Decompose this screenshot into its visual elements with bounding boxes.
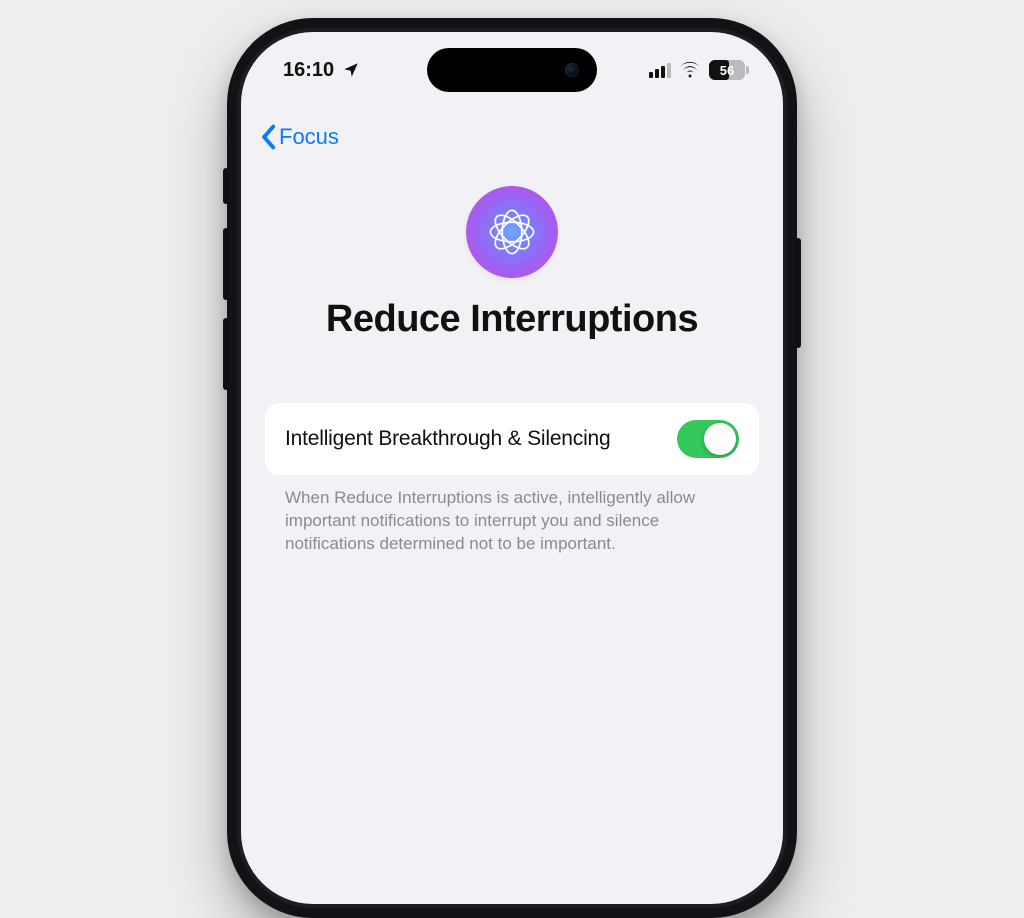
cellular-signal-icon [649,62,671,78]
page-content: Reduce Interruptions Intelligent Breakth… [241,160,783,556]
status-bar: 16:10 [241,32,783,102]
intelligence-icon [466,186,558,278]
wifi-icon [679,62,701,78]
battery-indicator: 56 [709,60,745,80]
volume-switch [223,168,229,204]
page-title: Reduce Interruptions [326,298,698,341]
setting-label: Intelligent Breakthrough & Silencing [285,427,611,451]
phone-screen: 16:10 [241,32,783,904]
intelligent-breakthrough-toggle[interactable] [677,420,739,458]
volume-down-button [223,318,229,390]
setting-description: When Reduce Interruptions is active, int… [265,487,759,556]
back-button-label: Focus [279,124,339,150]
navigation-bar: Focus [241,114,783,160]
location-icon [342,61,360,79]
power-button [795,238,801,348]
volume-up-button [223,228,229,300]
chevron-left-icon [259,124,277,150]
back-button[interactable]: Focus [259,124,339,150]
battery-percent: 56 [720,63,734,78]
toggle-knob [704,423,736,455]
phone-device-frame: 16:10 [227,18,797,918]
intelligent-breakthrough-row: Intelligent Breakthrough & Silencing [265,403,759,475]
status-time: 16:10 [283,59,334,82]
